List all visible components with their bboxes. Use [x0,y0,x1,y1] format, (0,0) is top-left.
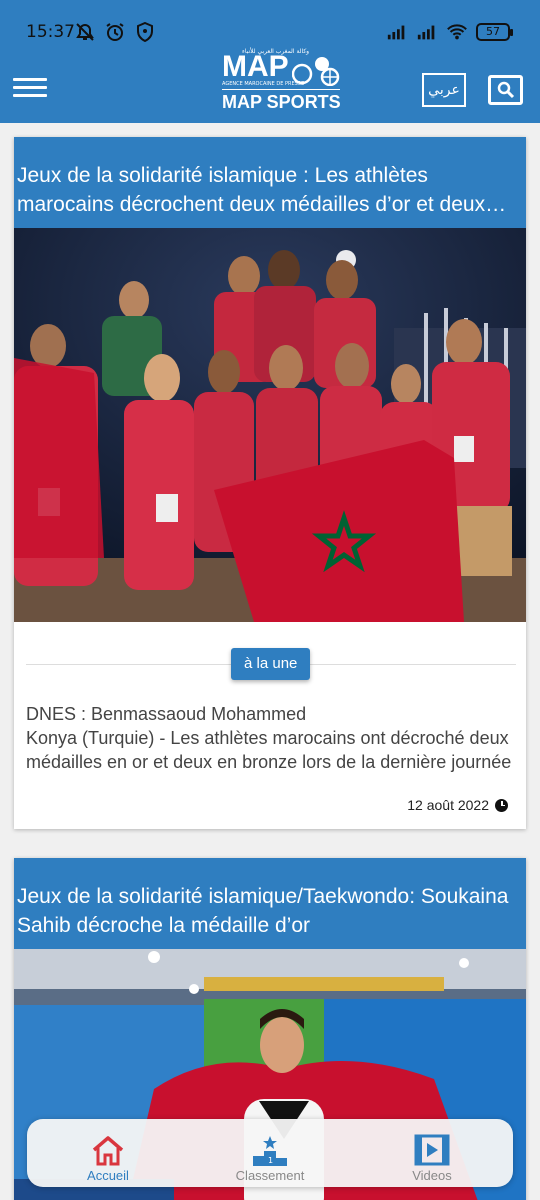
language-toggle-button[interactable]: عربي [422,73,466,107]
article-card[interactable]: Jeux de la solidarité islamique : Les at… [14,137,526,829]
hamburger-menu-icon[interactable] [13,74,47,102]
logo-sports-text: MAP SPORTS [222,92,341,112]
alarm-icon [106,23,124,41]
article-image[interactable] [14,228,526,622]
app-header: وكالة المغرب العربي للأنباء MAP AGENCE M… [0,48,540,123]
nav-item-videos[interactable]: Videos [351,1119,513,1187]
shield-icon [137,22,153,42]
home-icon [92,1136,124,1166]
bottom-navigation: Accueil 1 Classement Videos [27,1119,513,1187]
nav-item-accueil[interactable]: Accueil [27,1119,189,1187]
podium-icon: 1 [253,1136,287,1166]
nav-label: Videos [412,1168,452,1183]
status-time: 15:37 [26,22,75,42]
article-excerpt: DNES : Benmassaoud Mohammed Konya (Turqu… [26,702,514,774]
clock-icon [495,798,508,812]
category-tag[interactable]: à la une [231,648,311,680]
notifications-off-icon [76,23,94,41]
article-date: 12 août 2022 [407,797,508,813]
article-date-text: 12 août 2022 [407,797,489,813]
nav-item-classement[interactable]: 1 Classement [189,1119,351,1187]
signal-icon-2 [417,25,435,40]
map-sports-logo: وكالة المغرب العربي للأنباء MAP AGENCE M… [222,48,341,112]
article-title[interactable]: Jeux de la solidarité islamique/Taekwond… [14,858,526,949]
nav-label: Accueil [87,1168,129,1183]
search-button[interactable] [488,75,523,105]
wifi-icon [447,24,467,40]
logo-map-text: MAP [222,50,289,83]
search-icon [497,81,515,99]
video-icon [414,1134,450,1166]
article-author: DNES : Benmassaoud Mohammed [26,704,307,724]
article-title[interactable]: Jeux de la solidarité islamique : Les at… [14,137,526,228]
svg-text:1: 1 [268,1156,273,1165]
article-summary: Konya (Turquie) - Les athlètes marocains… [26,728,512,772]
signal-icon-1 [387,25,405,40]
battery-indicator: 57 [476,23,513,41]
nav-label: Classement [235,1168,305,1183]
